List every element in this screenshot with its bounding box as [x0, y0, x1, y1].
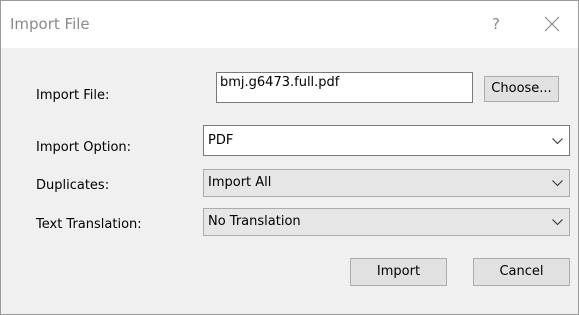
import-file-path-input[interactable]: bmj.g6473.full.pdf: [216, 72, 473, 103]
help-button[interactable]: ?: [483, 11, 509, 37]
chevron-down-icon: [552, 138, 563, 145]
close-button[interactable]: [538, 11, 566, 37]
import-option-select[interactable]: PDF: [203, 125, 570, 156]
chevron-down-icon: [552, 180, 563, 187]
text-translation-value: No Translation: [208, 214, 301, 229]
text-translation-label: Text Translation:: [36, 217, 142, 232]
duplicates-value: Import All: [208, 175, 272, 190]
duplicates-select[interactable]: Import All: [203, 169, 570, 197]
import-option-label: Import Option:: [36, 140, 132, 155]
chevron-down-icon: [552, 219, 563, 226]
cancel-button[interactable]: Cancel: [473, 258, 570, 286]
window-title: Import File: [10, 15, 90, 33]
choose-file-button[interactable]: Choose...: [484, 76, 559, 102]
duplicates-label: Duplicates:: [36, 178, 110, 193]
close-icon: [544, 16, 560, 32]
import-file-label: Import File:: [36, 88, 110, 103]
title-bar: Import File ?: [1, 1, 578, 48]
text-translation-select[interactable]: No Translation: [203, 208, 570, 236]
import-button[interactable]: Import: [350, 258, 447, 286]
import-option-value: PDF: [208, 133, 234, 148]
import-file-dialog: Import File ? Import File: bmj.g6473.ful…: [0, 0, 579, 315]
